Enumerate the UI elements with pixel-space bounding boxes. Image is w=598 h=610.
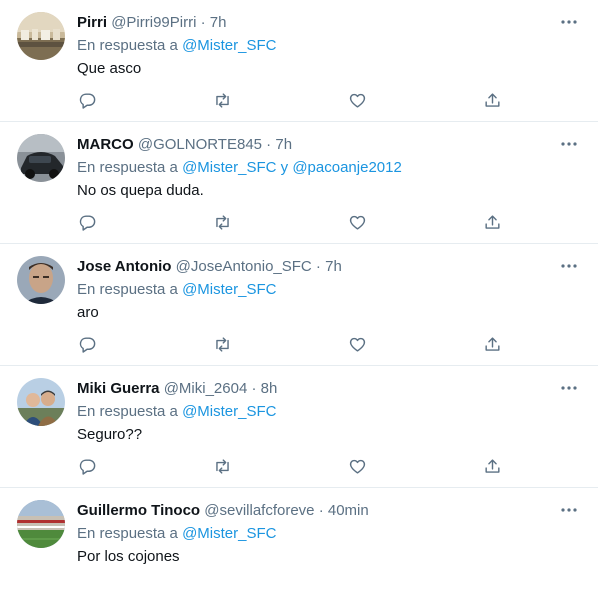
tweet-text: Que asco	[77, 60, 142, 77]
user-handle[interactable]: @Miki_2604	[164, 380, 248, 397]
user-handle[interactable]: @sevillafcforeve	[204, 502, 314, 519]
like-icon[interactable]	[346, 211, 368, 233]
display-name[interactable]: Jose Antonio	[77, 258, 171, 275]
tweet-header: Jose Antonio @JoseAntonio_SFC · 7h	[77, 257, 342, 277]
display-name[interactable]: Miki Guerra	[77, 380, 160, 397]
display-name[interactable]: Guillermo Tinoco	[77, 502, 200, 519]
retweet-icon[interactable]	[211, 211, 233, 233]
tweet-actions	[0, 89, 598, 111]
user-handle[interactable]: @GOLNORTE845	[138, 136, 262, 153]
more-icon[interactable]	[558, 12, 580, 32]
like-icon[interactable]	[346, 455, 368, 477]
tweet[interactable]: Pirri @Pirri99Pirri · 7h En respuesta a …	[0, 0, 598, 122]
jose-antonio-avatar	[17, 256, 65, 304]
reply-context: En respuesta a @Mister_SFC y @pacoanje20…	[77, 158, 402, 178]
separator-dot: ·	[247, 380, 261, 397]
tweet[interactable]: MARCO @GOLNORTE845 · 7h En respuesta a @…	[0, 122, 598, 244]
reply-prefix: En respuesta a	[77, 37, 183, 54]
separator-dot: ·	[196, 14, 210, 31]
tweet-actions	[0, 455, 598, 477]
reply-prefix: En respuesta a	[77, 159, 183, 176]
reply-prefix: En respuesta a	[77, 281, 183, 298]
tweet-header: MARCO @GOLNORTE845 · 7h	[77, 135, 292, 155]
reply-context: En respuesta a @Mister_SFC	[77, 36, 276, 56]
timestamp[interactable]: 7h	[210, 14, 227, 31]
share-icon[interactable]	[481, 333, 503, 355]
display-name[interactable]: Pirri	[77, 14, 107, 31]
like-icon[interactable]	[346, 89, 368, 111]
tweet-text: aro	[77, 304, 99, 321]
retweet-icon[interactable]	[211, 89, 233, 111]
tweet-header: Guillermo Tinoco @sevillafcforeve · 40mi…	[77, 501, 369, 521]
timestamp[interactable]: 40min	[328, 502, 369, 519]
separator-dot: ·	[314, 502, 328, 519]
mention-link[interactable]: @Mister_SFC	[182, 525, 276, 542]
tweet-header: Pirri @Pirri99Pirri · 7h	[77, 13, 226, 33]
guillermo-avatar	[17, 500, 65, 548]
mention-conjunction: y	[276, 159, 293, 176]
reply-icon[interactable]	[76, 211, 98, 233]
avatar[interactable]	[17, 12, 65, 60]
reply-context: En respuesta a @Mister_SFC	[77, 524, 276, 544]
pirri-avatar	[17, 12, 65, 60]
tweet[interactable]: Miki Guerra @Miki_2604 · 8h En respuesta…	[0, 366, 598, 488]
share-icon[interactable]	[481, 89, 503, 111]
avatar[interactable]	[17, 256, 65, 304]
reply-timeline: Pirri @Pirri99Pirri · 7h En respuesta a …	[0, 0, 598, 610]
reply-prefix: En respuesta a	[77, 403, 183, 420]
mention-link[interactable]: @Mister_SFC	[182, 403, 276, 420]
reply-icon[interactable]	[76, 333, 98, 355]
timestamp[interactable]: 7h	[325, 258, 342, 275]
tweet-actions	[0, 211, 598, 233]
separator-dot: ·	[262, 136, 276, 153]
tweet-header: Miki Guerra @Miki_2604 · 8h	[77, 379, 277, 399]
more-icon[interactable]	[558, 256, 580, 276]
tweet-text: No os quepa duda.	[77, 182, 204, 199]
reply-icon[interactable]	[76, 89, 98, 111]
retweet-icon[interactable]	[211, 333, 233, 355]
avatar[interactable]	[17, 134, 65, 182]
tweet[interactable]: Jose Antonio @JoseAntonio_SFC · 7h En re…	[0, 244, 598, 366]
tweet-actions	[0, 333, 598, 355]
display-name[interactable]: MARCO	[77, 136, 134, 153]
more-icon[interactable]	[558, 378, 580, 398]
like-icon[interactable]	[346, 333, 368, 355]
reply-context: En respuesta a @Mister_SFC	[77, 280, 276, 300]
reply-icon[interactable]	[76, 455, 98, 477]
more-icon[interactable]	[558, 500, 580, 520]
retweet-icon[interactable]	[211, 455, 233, 477]
more-icon[interactable]	[558, 134, 580, 154]
reply-context: En respuesta a @Mister_SFC	[77, 402, 276, 422]
avatar[interactable]	[17, 378, 65, 426]
share-icon[interactable]	[481, 455, 503, 477]
mention-link[interactable]: @Mister_SFC	[182, 37, 276, 54]
timestamp[interactable]: 8h	[261, 380, 278, 397]
separator-dot: ·	[311, 258, 326, 275]
timestamp[interactable]: 7h	[275, 136, 292, 153]
user-handle[interactable]: @Pirri99Pirri	[111, 14, 196, 31]
avatar[interactable]	[17, 500, 65, 548]
user-handle[interactable]: @JoseAntonio_SFC	[176, 258, 312, 275]
tweet-text: Seguro??	[77, 426, 143, 443]
mention-link[interactable]: @Mister_SFC	[182, 159, 276, 176]
mention-link[interactable]: @Mister_SFC	[182, 281, 276, 298]
mention-link[interactable]: @pacoanje2012	[292, 159, 401, 176]
marco-avatar	[17, 134, 65, 182]
reply-prefix: En respuesta a	[77, 525, 183, 542]
share-icon[interactable]	[481, 211, 503, 233]
miki-avatar	[17, 378, 65, 426]
tweet[interactable]: Guillermo Tinoco @sevillafcforeve · 40mi…	[0, 488, 598, 610]
tweet-text: Por los cojones	[77, 548, 180, 565]
